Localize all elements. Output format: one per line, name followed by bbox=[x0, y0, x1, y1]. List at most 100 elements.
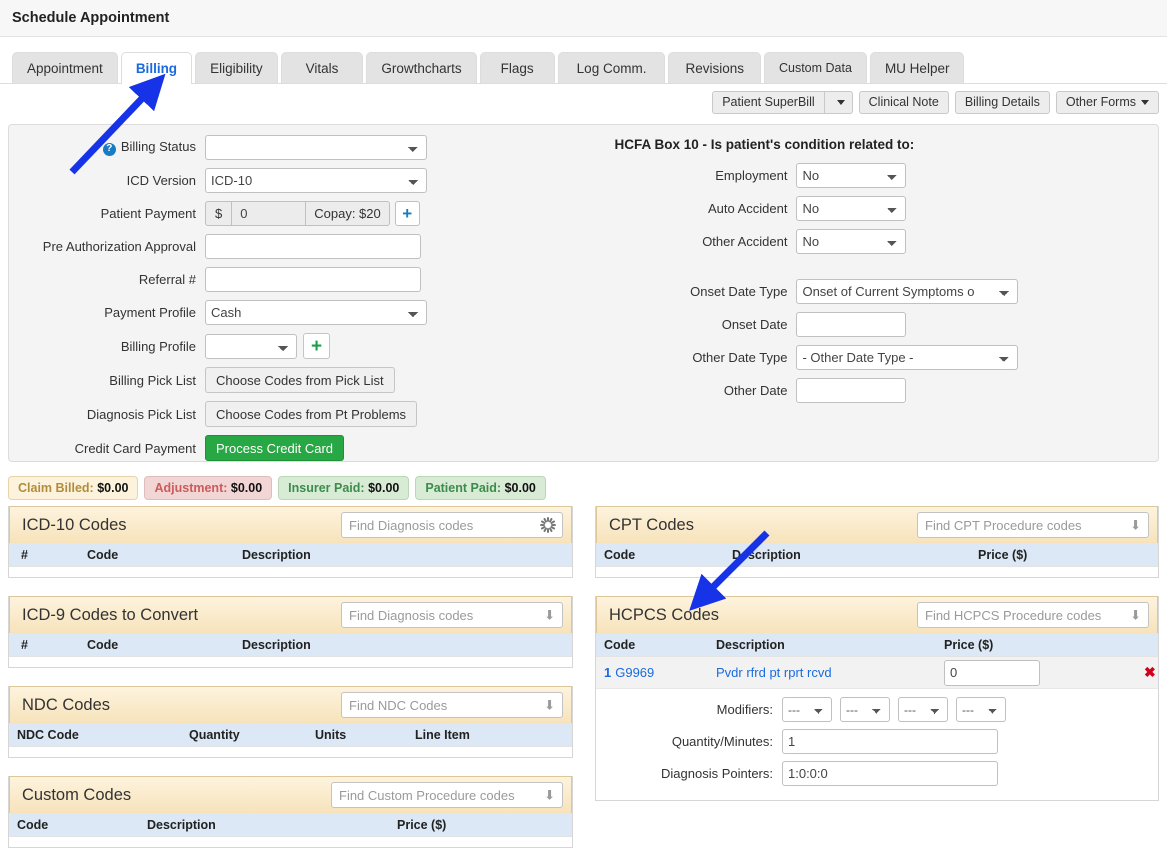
field-quantity-minutes: Quantity/Minutes: bbox=[596, 729, 1158, 754]
billing-details-button[interactable]: Billing Details bbox=[954, 90, 1050, 114]
col-ndc-code: NDC Code bbox=[17, 727, 79, 742]
table-row[interactable]: 1G9969 Pvdr rfrd pt rprt rcvd ✖ bbox=[596, 657, 1158, 689]
cpt-search-input[interactable]: Find CPT Procedure codes ⬇ bbox=[917, 512, 1149, 538]
quantity-minutes-input[interactable] bbox=[782, 729, 998, 754]
tab-growthcharts[interactable]: Growthcharts bbox=[366, 52, 477, 83]
ndc-search-input[interactable]: Find NDC Codes ⬇ bbox=[341, 692, 563, 718]
other-forms-button[interactable]: Other Forms bbox=[1055, 90, 1159, 114]
modifier-2-select[interactable]: --- bbox=[840, 697, 890, 722]
custom-search-input[interactable]: Find Custom Procedure codes ⬇ bbox=[331, 782, 563, 808]
onset-date-input[interactable] bbox=[796, 312, 907, 337]
row-number: 1 bbox=[604, 665, 612, 680]
badge-label: Claim Billed: bbox=[18, 481, 94, 495]
pre-auth-input[interactable] bbox=[205, 234, 421, 259]
hcpcs-price-cell bbox=[944, 659, 1144, 686]
copay-amount: Copay: $20 bbox=[305, 201, 390, 226]
modifier-1-select[interactable]: --- bbox=[782, 697, 832, 722]
field-diagnosis-pick-list: Diagnosis Pick List Choose Codes from Pt… bbox=[9, 401, 606, 427]
tab-label: Log Comm. bbox=[576, 60, 647, 76]
diagnosis-pointers-input[interactable] bbox=[782, 761, 998, 786]
hcpcs-code-cell[interactable]: 1 G9969 bbox=[604, 665, 716, 680]
billing-status-select[interactable] bbox=[205, 135, 427, 160]
icd10-title: ICD-10 Codes bbox=[22, 515, 127, 534]
hcpcs-price-input[interactable] bbox=[944, 659, 1040, 686]
delete-row-icon[interactable]: ✖ bbox=[1144, 664, 1156, 681]
choose-codes-from-pt-problems-button[interactable]: Choose Codes from Pt Problems bbox=[205, 401, 418, 427]
col-code: Code bbox=[604, 637, 636, 652]
tab-mu-helper[interactable]: MU Helper bbox=[869, 52, 965, 83]
code-sections: ICD-10 Codes Find Diagnosis codes # Code… bbox=[0, 506, 1167, 866]
form-toolbar: Patient SuperBill Clinical Note Billing … bbox=[0, 84, 1167, 120]
cpt-search-placeholder: Find CPT Procedure codes bbox=[925, 517, 1082, 533]
ndc-title: NDC Codes bbox=[22, 695, 111, 714]
tab-billing[interactable]: Billing bbox=[120, 52, 193, 84]
auto-accident-select[interactable]: No bbox=[796, 196, 907, 221]
field-payment-profile: Payment Profile Cash bbox=[9, 300, 606, 325]
add-billing-profile-button[interactable]: + bbox=[303, 333, 330, 359]
employment-select[interactable]: No bbox=[796, 163, 907, 188]
tab-strip: Appointment Billing Eligibility Vitals G… bbox=[0, 37, 1167, 84]
field-billing-status: ? Billing Status bbox=[9, 135, 606, 160]
icd-version-select[interactable]: ICD-10 bbox=[205, 168, 427, 193]
payment-profile-select[interactable]: Cash bbox=[205, 300, 427, 325]
hcpcs-search-input[interactable]: Find HCPCS Procedure codes ⬇ bbox=[917, 602, 1149, 628]
ndc-table-header: NDC Code Quantity Units Line Item bbox=[9, 723, 572, 747]
clinical-note-button[interactable]: Clinical Note bbox=[858, 90, 949, 114]
field-pre-auth: Pre Authorization Approval bbox=[9, 234, 606, 259]
auto-accident-label: Auto Accident bbox=[707, 201, 788, 216]
billing-form-panel: ? Billing Status ICD Version ICD-10 Patie… bbox=[8, 124, 1159, 462]
patient-superbill-group: Patient SuperBill bbox=[712, 90, 853, 114]
patient-payment-input[interactable]: 0 bbox=[231, 201, 306, 226]
plus-icon: + bbox=[310, 335, 323, 357]
claim-summary-badges: Claim Billed: $0.00 Adjustment: $0.00 In… bbox=[0, 462, 1167, 506]
col-price: Price ($) bbox=[978, 547, 1028, 562]
section-custom-codes: Custom Codes Find Custom Procedure codes… bbox=[8, 776, 573, 848]
field-credit-card-payment: Credit Card Payment Process Credit Card bbox=[9, 435, 606, 461]
field-billing-pick-list: Billing Pick List Choose Codes from Pick… bbox=[9, 367, 606, 393]
icd10-search-input[interactable]: Find Diagnosis codes bbox=[341, 512, 563, 538]
tab-log-comm[interactable]: Log Comm. bbox=[557, 52, 666, 83]
billing-pick-list-label: Billing Pick List bbox=[109, 372, 196, 388]
process-credit-card-button[interactable]: Process Credit Card bbox=[205, 435, 345, 461]
code-sections-left: ICD-10 Codes Find Diagnosis codes # Code… bbox=[8, 506, 573, 866]
tab-vitals[interactable]: Vitals bbox=[280, 52, 364, 83]
tab-label: MU Helper bbox=[884, 60, 950, 76]
cpt-header: CPT Codes Find CPT Procedure codes ⬇ bbox=[596, 506, 1158, 543]
tab-eligibility[interactable]: Eligibility bbox=[195, 52, 278, 83]
tab-label: Billing bbox=[135, 61, 178, 76]
tab-custom-data[interactable]: Custom Data bbox=[763, 52, 867, 83]
modifier-4-select[interactable]: --- bbox=[956, 697, 1006, 722]
other-date-type-select[interactable]: - Other Date Type - bbox=[796, 345, 1019, 370]
referral-input[interactable] bbox=[205, 267, 421, 292]
tab-label: Growthcharts bbox=[381, 60, 462, 76]
question-mark-icon[interactable]: ? bbox=[102, 142, 116, 156]
add-payment-button[interactable]: + bbox=[394, 201, 420, 226]
patient-superbill-button[interactable]: Patient SuperBill bbox=[712, 90, 824, 114]
arrow-down-icon: ⬇ bbox=[544, 697, 555, 713]
onset-date-label: Onset Date bbox=[721, 317, 788, 332]
ndc-search-placeholder: Find NDC Codes bbox=[349, 697, 448, 713]
tab-revisions[interactable]: Revisions bbox=[668, 52, 761, 83]
patient-superbill-dropdown-button[interactable] bbox=[823, 90, 853, 114]
tab-appointment[interactable]: Appointment bbox=[12, 52, 118, 83]
col-num: # bbox=[21, 547, 28, 562]
onset-date-type-select[interactable]: Onset of Current Symptoms o bbox=[796, 279, 1019, 304]
billing-profile-select[interactable] bbox=[205, 333, 297, 359]
section-hcpcs: HCPCS Codes Find HCPCS Procedure codes ⬇… bbox=[595, 596, 1159, 801]
field-auto-accident: Auto Accident No bbox=[606, 196, 1158, 221]
col-description: Description bbox=[732, 547, 801, 562]
other-date-input[interactable] bbox=[796, 378, 907, 403]
diagnosis-pointers-label: Diagnosis Pointers: bbox=[661, 766, 773, 781]
other-accident-select[interactable]: No bbox=[796, 229, 907, 254]
choose-codes-from-pick-list-button[interactable]: Choose Codes from Pick List bbox=[205, 367, 395, 393]
icd9-search-input[interactable]: Find Diagnosis codes ⬇ bbox=[341, 602, 563, 628]
status-badge-adjustment: Adjustment: $0.00 bbox=[144, 476, 273, 500]
hcpcs-description[interactable]: Pvdr rfrd pt rprt rcvd bbox=[716, 665, 944, 680]
hcpcs-header: HCPCS Codes Find HCPCS Procedure codes ⬇ bbox=[596, 596, 1158, 633]
col-description: Description bbox=[242, 637, 311, 652]
ndc-header: NDC Codes Find NDC Codes ⬇ bbox=[9, 686, 572, 723]
tab-flags[interactable]: Flags bbox=[479, 52, 555, 83]
hcpcs-code[interactable]: G9969 bbox=[615, 665, 654, 680]
modifier-3-select[interactable]: --- bbox=[898, 697, 948, 722]
field-other-date: Other Date bbox=[606, 378, 1158, 403]
